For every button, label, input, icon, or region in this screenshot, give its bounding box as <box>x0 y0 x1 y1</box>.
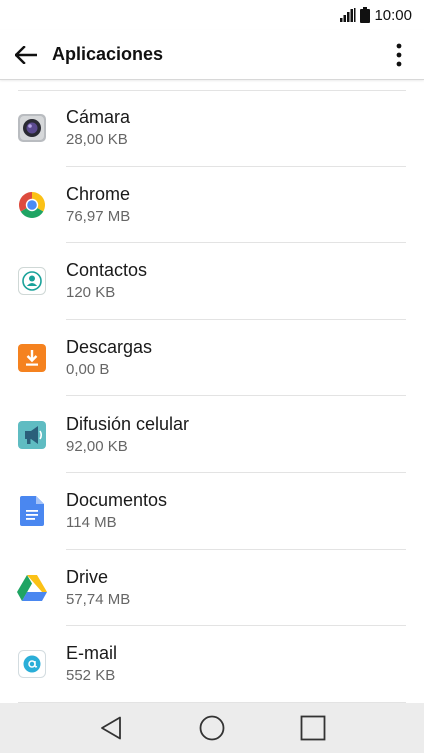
more-vert-icon <box>396 43 402 66</box>
back-button[interactable] <box>0 30 52 80</box>
app-name: Cámara <box>66 107 131 128</box>
square-recents-icon <box>300 715 326 741</box>
app-row-drive[interactable]: Drive 57,74 MB <box>0 550 424 627</box>
app-size: 0,00 B <box>66 361 110 379</box>
app-size: 28,00 KB <box>66 131 128 149</box>
triangle-back-icon <box>100 716 121 740</box>
status-bar: 10:00 <box>0 0 424 30</box>
app-size: 92,00 KB <box>66 437 128 455</box>
app-list: Cámara 28,00 KB Chrome 76,97 MB Contacto… <box>0 90 424 703</box>
app-name: Contactos <box>66 260 148 281</box>
page-title: Aplicaciones <box>52 44 164 64</box>
app-row-documentos[interactable]: Documentos 114 MB <box>0 473 424 550</box>
overflow-menu-button[interactable] <box>374 30 424 80</box>
status-time: 10:00 <box>374 6 412 24</box>
app-bar: Aplicaciones <box>0 30 424 80</box>
app-size: 120 KB <box>66 284 116 302</box>
drive-icon <box>17 574 47 601</box>
app-name: Difusión celular <box>66 413 190 434</box>
email-icon <box>18 650 46 679</box>
app-name: E-mail <box>66 643 118 664</box>
chrome-icon <box>18 191 46 218</box>
contacts-icon <box>18 267 46 296</box>
app-name: Documentos <box>66 490 168 511</box>
arrow-back-icon <box>15 45 37 64</box>
cell-broadcast-icon <box>18 420 46 449</box>
nav-home-button[interactable] <box>182 703 242 753</box>
downloads-icon <box>18 344 46 373</box>
app-row-camara[interactable]: Cámara 28,00 KB <box>0 90 424 167</box>
app-size: 552 KB <box>66 667 116 685</box>
app-size: 76,97 MB <box>66 207 131 225</box>
app-size: 114 MB <box>66 514 117 532</box>
nav-back-button[interactable] <box>81 703 141 753</box>
nav-recents-button[interactable] <box>283 703 343 753</box>
app-row-descargas[interactable]: Descargas 0,00 B <box>0 320 424 397</box>
docs-icon <box>20 496 44 527</box>
app-name: Drive <box>66 566 109 587</box>
navigation-bar <box>0 703 424 753</box>
app-name: Descargas <box>66 337 153 358</box>
battery-icon <box>360 7 371 23</box>
app-name: Chrome <box>66 183 131 204</box>
app-row-difusion-celular[interactable]: Difusión celular 92,00 KB <box>0 396 424 473</box>
app-row-contactos[interactable]: Contactos 120 KB <box>0 243 424 320</box>
signal-icon <box>340 8 356 22</box>
app-row-email[interactable]: E-mail 552 KB <box>0 626 424 703</box>
app-row-chrome[interactable]: Chrome 76,97 MB <box>0 167 424 244</box>
camera-icon <box>18 114 46 143</box>
app-size: 57,74 MB <box>66 590 131 608</box>
circle-home-icon <box>199 715 225 741</box>
